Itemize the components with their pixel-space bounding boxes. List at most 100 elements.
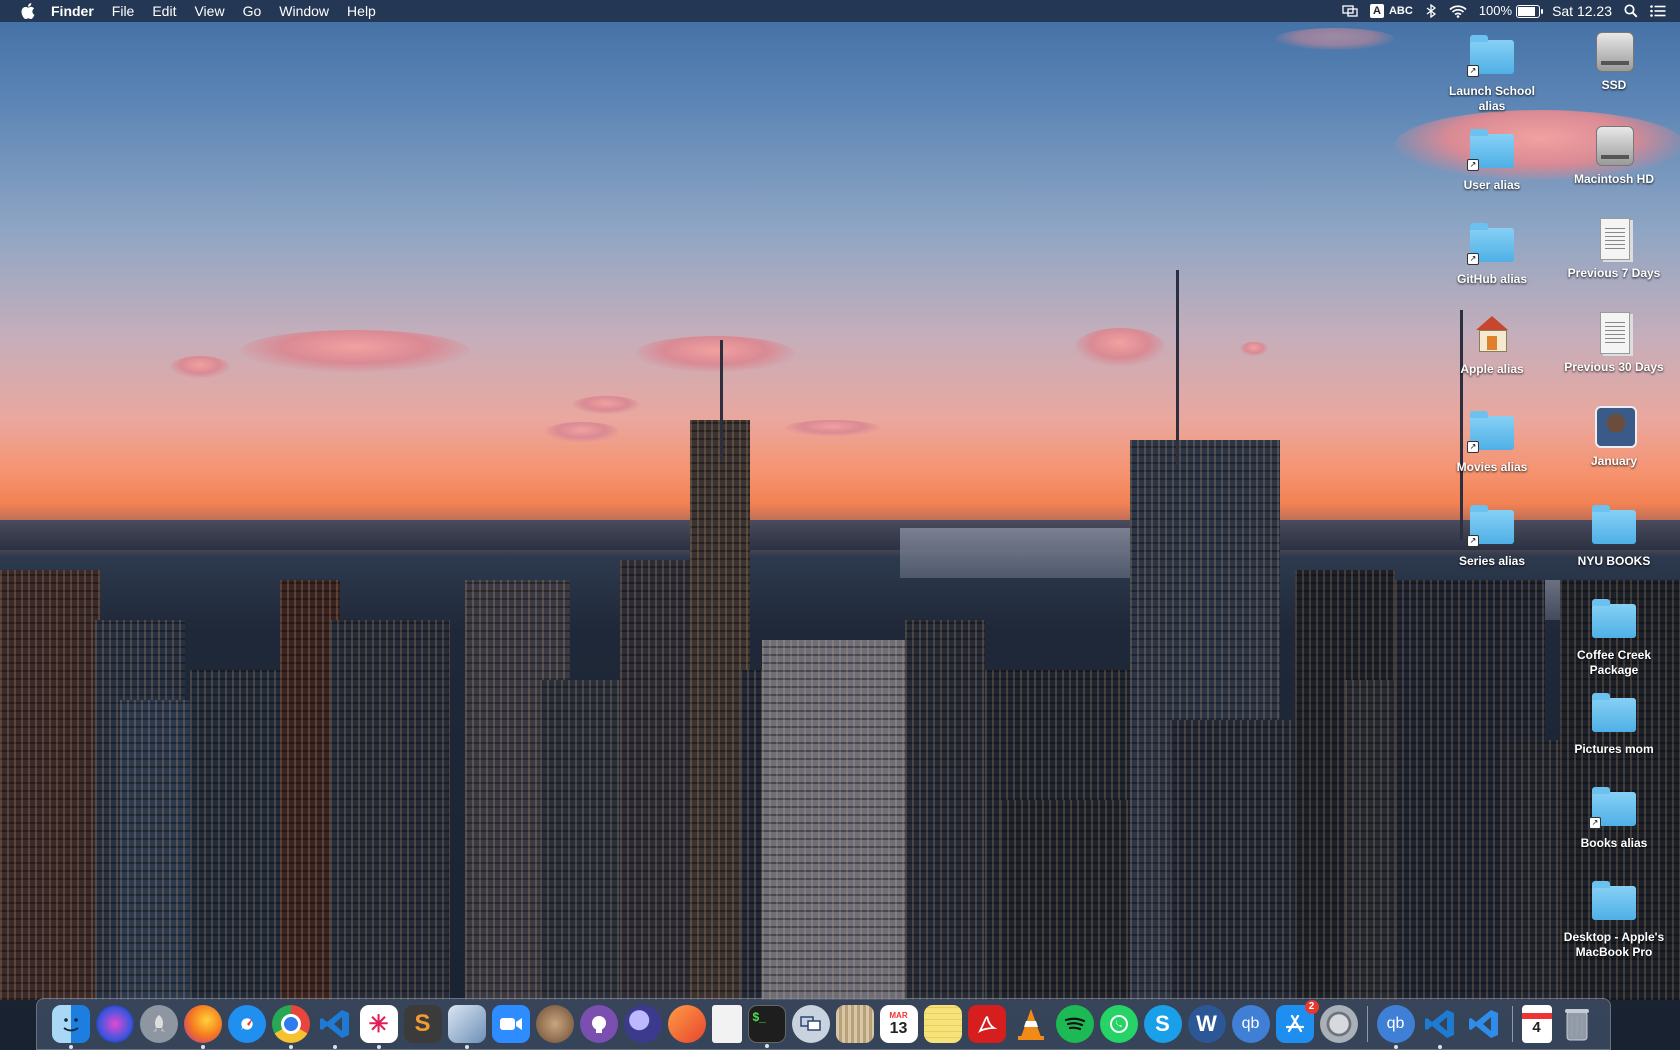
desktop-icon-label: SSD [1601, 78, 1627, 92]
desktop-icon-apple-alias[interactable]: Apple alias [1436, 312, 1548, 377]
smart-folder-document-icon [1588, 216, 1640, 262]
battery-percent: 100% [1478, 3, 1513, 18]
zoom-icon[interactable] [491, 1005, 530, 1043]
vscode-logo-icon [1424, 1010, 1454, 1038]
battery-menu[interactable]: 100% [1478, 0, 1544, 22]
screen-mirroring-icon[interactable] [1342, 5, 1358, 17]
movies-folder-icon: ↗ [1466, 410, 1518, 456]
desktop-icon-pictures-mom[interactable]: Pictures mom [1558, 692, 1670, 757]
desktop-icon-label: Apple alias [1460, 362, 1524, 376]
desktop-icon-previous-7-days[interactable]: Previous 7 Days [1558, 216, 1670, 281]
trash-icon[interactable] [1558, 1005, 1596, 1043]
folder-icon [1588, 880, 1640, 926]
desktop-icon-label: Pictures mom [1574, 742, 1654, 756]
folder-icon: ↗ [1466, 222, 1518, 268]
siri-icon[interactable] [95, 1005, 134, 1043]
desktop-icon-user-alias[interactable]: ↗ User alias [1436, 128, 1548, 193]
running-indicator [68, 1045, 73, 1049]
vscode-logo-icon [1468, 1010, 1498, 1038]
desktop-icon-label: Previous 7 Days [1567, 266, 1661, 280]
whatsapp-icon[interactable] [1099, 1005, 1138, 1043]
calendar-icon[interactable]: MAR 13 [879, 1005, 918, 1043]
desktop-icon-launch-school-alias[interactable]: ↗ Launch School alias [1436, 34, 1548, 114]
desktop-icon-macintosh-hd[interactable]: Macintosh HD [1558, 122, 1670, 187]
clock[interactable]: Sat 12.23 [1552, 0, 1612, 22]
folder-icon: ↗ [1466, 34, 1518, 80]
wifi-icon[interactable] [1449, 4, 1467, 18]
vlc-icon[interactable] [1012, 1005, 1050, 1043]
notefile-icon[interactable] [835, 1005, 874, 1043]
bluetooth-icon[interactable] [1425, 4, 1437, 18]
desktop[interactable]: Finder File Edit View Go Window Help A A… [0, 0, 1680, 1050]
spotlight-search-icon[interactable] [1624, 4, 1638, 18]
desktop-icon-books-alias[interactable]: ↗ Books alias [1558, 786, 1670, 851]
skype-icon[interactable]: S [1143, 1005, 1182, 1043]
notification-center-icon[interactable] [1650, 5, 1666, 17]
desktop-icon-series-alias[interactable]: ↗ Series alias [1436, 504, 1548, 569]
github-desktop-icon[interactable] [579, 1005, 618, 1043]
desktop-icon-ssd[interactable]: SSD [1558, 28, 1670, 93]
vscode-insiders-icon[interactable] [1465, 1005, 1503, 1043]
finder-icon[interactable] [51, 1005, 90, 1049]
traffic-cone-icon [1017, 1009, 1044, 1040]
qbittorrent-recent-icon[interactable]: qb [1376, 1005, 1415, 1049]
app-store-icon[interactable]: 2 [1275, 1000, 1319, 1043]
desktop-icon-nyu-books[interactable]: NYU BOOKS [1558, 504, 1670, 569]
vscode-logo-icon [319, 1010, 349, 1038]
desktop-icon-coffee-creek-package[interactable]: Coffee Creek Package [1558, 598, 1670, 678]
rocket-icon [152, 1015, 165, 1032]
safari-icon[interactable] [227, 1005, 266, 1043]
app-menu-finder[interactable]: Finder [51, 0, 94, 22]
desktop-icon-previous-30-days[interactable]: Previous 30 Days [1558, 310, 1670, 375]
nightowl-icon[interactable] [623, 1005, 662, 1043]
input-source-menu[interactable]: A ABC [1369, 0, 1413, 22]
terminal-icon[interactable]: $_ [747, 1005, 786, 1048]
apple-icon[interactable] [21, 3, 35, 19]
slack-icon[interactable]: ✳ [359, 1005, 398, 1049]
pixelmator-icon[interactable] [667, 1005, 706, 1043]
menu-go[interactable]: Go [243, 0, 262, 22]
launchpad-icon[interactable] [139, 1005, 178, 1043]
photo-thumbnail-icon [1588, 404, 1640, 450]
desktop-icon-january[interactable]: January [1558, 404, 1670, 469]
vscode-icon[interactable] [316, 1005, 354, 1049]
input-source-label: ABC [1388, 5, 1413, 17]
desktop-icon-github-alias[interactable]: ↗ GitHub alias [1436, 222, 1548, 287]
sublime-text-icon[interactable]: S [403, 1005, 442, 1043]
trash-can-icon [1564, 1009, 1589, 1041]
menu-help[interactable]: Help [347, 0, 376, 22]
menu-file[interactable]: File [112, 0, 135, 22]
desktop-icon-label: Series alias [1458, 554, 1526, 568]
screen-sharing-icon[interactable] [791, 1005, 830, 1043]
bear-icon[interactable] [535, 1005, 574, 1043]
calendar-stack-icon[interactable]: 4 [1521, 1005, 1552, 1043]
desktop-icon-label: Launch School alias [1448, 84, 1535, 113]
system-preferences-icon[interactable] [1319, 1005, 1358, 1043]
textedit-document-icon[interactable] [711, 1005, 742, 1043]
spotify-icon[interactable] [1055, 1005, 1094, 1043]
menu-view[interactable]: View [194, 0, 224, 22]
word-icon[interactable]: W [1187, 1005, 1226, 1043]
notes-icon[interactable] [923, 1005, 962, 1043]
desktop-icon-label: Previous 30 Days [1564, 360, 1664, 374]
vscode-recent-icon[interactable] [1421, 1005, 1459, 1049]
hard-drive-icon [1588, 122, 1640, 168]
hard-drive-icon [1588, 28, 1640, 74]
desktop-icon-label: Coffee Creek Package [1576, 648, 1652, 677]
desktop-icon-movies-alias[interactable]: ↗ Movies alias [1436, 410, 1548, 475]
calendar-month: MAR [889, 1010, 908, 1020]
desktop-icon-label: NYU BOOKS [1577, 554, 1651, 568]
chrome-icon[interactable] [271, 1005, 310, 1049]
firefox-icon[interactable] [183, 1005, 222, 1049]
octocat-icon [591, 1016, 606, 1033]
desktop-icon-desktop-macbook-pro[interactable]: Desktop - Apple's MacBook Pro [1558, 880, 1670, 960]
folder-icon: ↗ [1466, 128, 1518, 174]
preview-icon[interactable] [447, 1005, 486, 1049]
menu-edit[interactable]: Edit [152, 0, 176, 22]
menu-window[interactable]: Window [279, 0, 329, 22]
acrobat-icon[interactable] [967, 1005, 1006, 1043]
qbittorrent-icon[interactable]: qb [1231, 1005, 1270, 1043]
desktop-icon-label: Macintosh HD [1573, 172, 1654, 186]
desktop-icon-label: GitHub alias [1456, 272, 1527, 286]
folder-icon: ↗ [1466, 504, 1518, 550]
